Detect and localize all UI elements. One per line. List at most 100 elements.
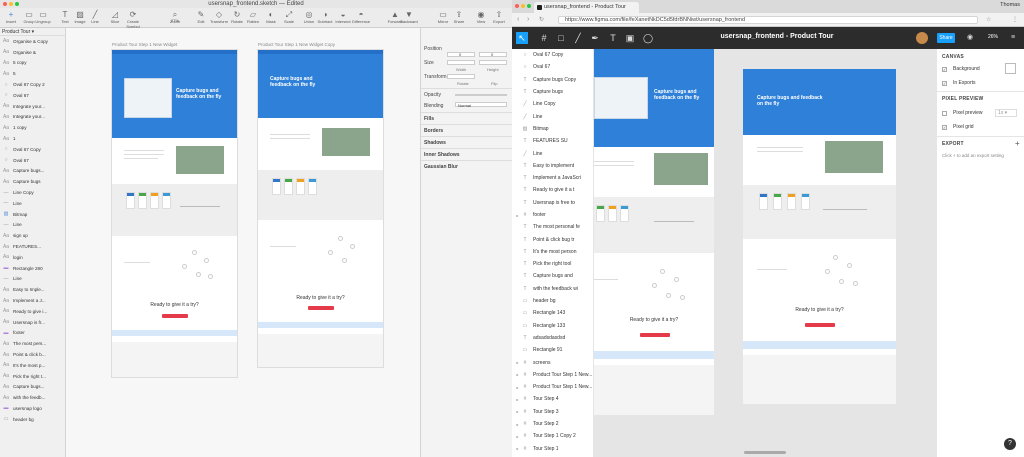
pixel-preview-checkbox[interactable]: [942, 110, 947, 116]
layer-row[interactable]: ▬ Rectangle 280: [0, 263, 65, 274]
avatar[interactable]: [916, 32, 928, 44]
layer-row[interactable]: — Line: [0, 198, 65, 209]
subtract-button[interactable]: ◑ Subtract: [316, 10, 334, 26]
layer-row[interactable]: ○ Oval 67: [512, 61, 593, 73]
layer-row[interactable]: Aa Point & click b...: [0, 349, 65, 360]
ungroup-button[interactable]: ▭ Ungroup: [34, 10, 52, 26]
frame-tool-icon[interactable]: #: [538, 32, 550, 44]
artboard-step1-copy[interactable]: Capture bugs and feedback on the fly Rea…: [257, 49, 384, 368]
layer-row[interactable]: Aa Pick the right t...: [0, 371, 65, 382]
close-window-button[interactable]: [515, 4, 519, 8]
back-icon[interactable]: ‹: [517, 16, 519, 23]
share-button[interactable]: Share: [937, 33, 955, 43]
layer-row[interactable]: ▸ # Product Tour Step 1 New...: [512, 381, 593, 393]
expand-arrow-icon[interactable]: ▸: [514, 397, 521, 402]
background-checkbox[interactable]: ✓: [942, 66, 947, 72]
layer-row[interactable]: ○ Oval 67: [0, 90, 65, 101]
layer-row[interactable]: Aa 5 copy: [0, 58, 65, 69]
line-tool-icon[interactable]: ╱: [572, 32, 584, 44]
layer-row[interactable]: Aa login: [0, 252, 65, 263]
view-icon[interactable]: ◉: [964, 32, 976, 44]
layer-row[interactable]: ▭ header bg: [0, 414, 65, 425]
inner-shadows-label[interactable]: Inner Shadows: [424, 152, 460, 158]
layer-row[interactable]: ○ Oval 67 Copy: [512, 49, 593, 61]
rotate-field[interactable]: [447, 74, 475, 79]
height-field[interactable]: [479, 60, 507, 65]
page-selector[interactable]: Product Tour ▾: [0, 28, 65, 36]
layer-row[interactable]: ▸ # Tour Step 1: [512, 443, 593, 455]
flatten-button[interactable]: ▱ Flatten: [244, 10, 262, 26]
rectangle-tool-icon[interactable]: □: [555, 32, 567, 44]
background-color-swatch[interactable]: [1005, 63, 1016, 74]
layer-row[interactable]: ▬ usersnap logo: [0, 403, 65, 414]
layer-row[interactable]: Aa Usersnap is fr...: [0, 317, 65, 328]
transform-button[interactable]: ◇ Transform: [210, 10, 228, 26]
layer-row[interactable]: ▸ # Tour Step 3: [512, 406, 593, 418]
pixel-preview-select[interactable]: 1x ▾: [995, 109, 1017, 117]
backward-button[interactable]: ▼ Backward: [400, 10, 418, 26]
layer-row[interactable]: T Ready to give it a t: [512, 184, 593, 196]
layer-row[interactable]: ▸ # Product Tour Step 1 New...: [512, 369, 593, 381]
layer-row[interactable]: Tadsadsdasdsd: [512, 332, 593, 344]
layer-row[interactable]: ╱ Line: [512, 147, 593, 159]
menu-icon[interactable]: ⋮: [1012, 16, 1018, 23]
layer-row[interactable]: Aa The most pers...: [0, 338, 65, 349]
help-button[interactable]: ?: [1004, 438, 1016, 450]
shadows-label[interactable]: Shadows: [424, 140, 446, 146]
layer-row[interactable]: ▸ # footer: [512, 209, 593, 221]
image-tool-icon[interactable]: ▣: [624, 32, 636, 44]
layer-row[interactable]: T Point & click bug tr: [512, 233, 593, 245]
layer-row[interactable]: Aa Ready to give i...: [0, 306, 65, 317]
file-title[interactable]: usersnap_frontend - Product Tour: [692, 33, 862, 40]
text-tool-icon[interactable]: T: [607, 32, 619, 44]
in-exports-checkbox[interactable]: ✓: [942, 80, 947, 86]
difference-button[interactable]: ◓ Difference: [352, 10, 370, 26]
background-row[interactable]: ✓ Background: [942, 66, 980, 72]
artboard-label[interactable]: Product Tour Step 1 New Widget: [112, 42, 177, 47]
layer-row[interactable]: T Capture bugs and: [512, 270, 593, 282]
artboard-step1[interactable]: Capture bugs and feedback on the fly Rea…: [111, 49, 238, 378]
create-symbol-button[interactable]: ⟳ Create Symbol: [124, 10, 142, 29]
layer-row[interactable]: ○ Oval 67: [0, 155, 65, 166]
artboard-label[interactable]: Product Tour Step 1 New Widget Copy: [258, 42, 335, 47]
layer-row[interactable]: T Capture bugs: [512, 86, 593, 98]
pen-tool-icon[interactable]: ✒: [589, 32, 601, 44]
layer-row[interactable]: ▸ # Tour Step 4: [512, 393, 593, 405]
profile-name[interactable]: Thomas: [1000, 2, 1020, 8]
add-export-icon[interactable]: +: [1015, 139, 1020, 148]
layer-row[interactable]: Aa Integrate your...: [0, 101, 65, 112]
reload-icon[interactable]: ↻: [539, 16, 544, 23]
forward-icon[interactable]: ›: [527, 16, 529, 23]
layer-row[interactable]: Aa Organise & Copy: [0, 36, 65, 47]
expand-arrow-icon[interactable]: ▸: [514, 434, 521, 439]
layer-row[interactable]: ▭ Rectangle 133: [512, 320, 593, 332]
star-icon[interactable]: ☆: [986, 16, 991, 23]
expand-arrow-icon[interactable]: ▸: [514, 213, 521, 218]
zoom-window-button[interactable]: [15, 2, 19, 6]
sketch-canvas[interactable]: Product Tour Step 1 New Widget Capture b…: [66, 28, 420, 457]
layer-row[interactable]: Aa sign up: [0, 230, 65, 241]
layer-row[interactable]: Aa Organise &: [0, 47, 65, 58]
layer-row[interactable]: ╱ Line Copy: [512, 98, 593, 110]
layer-row[interactable]: Aa 1 copy: [0, 122, 65, 133]
pixel-grid-checkbox[interactable]: ✓: [942, 124, 947, 130]
layer-row[interactable]: ▭ header bg: [512, 295, 593, 307]
expand-arrow-icon[interactable]: ▸: [514, 360, 521, 365]
blending-select[interactable]: Normal: [455, 102, 507, 108]
view-button[interactable]: ◉ View: [472, 10, 490, 26]
expand-arrow-icon[interactable]: ▸: [514, 372, 521, 377]
line-button[interactable]: ╱ Line: [86, 10, 104, 26]
slice-button[interactable]: ◿ Slice: [106, 10, 124, 26]
artboard-step1-copy[interactable]: Capture bugs and feedback on the fly Rea…: [743, 69, 896, 404]
layer-row[interactable]: ▨ Bitmap: [0, 209, 65, 220]
zoom-level[interactable]: 26%: [988, 34, 998, 40]
artboard-step1[interactable]: Capture bugs and feedback on the fly Rea…: [594, 49, 714, 415]
layer-row[interactable]: ○ Oval 67 Copy: [0, 144, 65, 155]
layer-row[interactable]: T Implement a JavaScri: [512, 172, 593, 184]
layer-row[interactable]: ▬ footer: [0, 328, 65, 339]
layer-row[interactable]: Aa Capture bugs: [0, 176, 65, 187]
layer-row[interactable]: ▸ # screens: [512, 356, 593, 368]
fills-label[interactable]: Fills: [424, 116, 434, 122]
comment-tool-icon[interactable]: ◯: [642, 32, 654, 44]
layer-row[interactable]: T FEATURES SU: [512, 135, 593, 147]
